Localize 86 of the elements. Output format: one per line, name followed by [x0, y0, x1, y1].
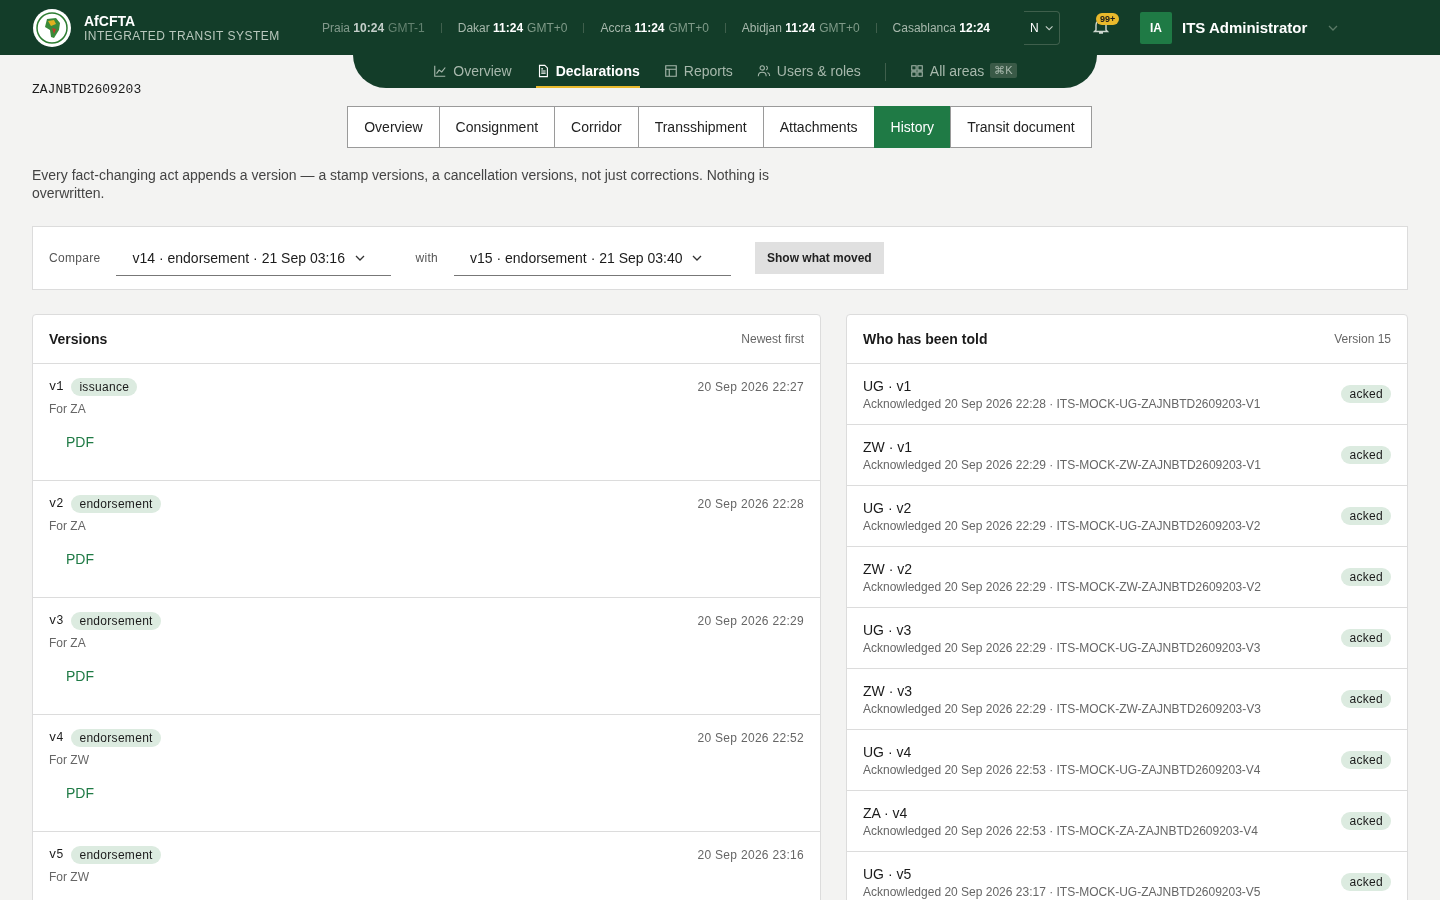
- acknowledgement-detail: Acknowledged 20 Sep 2026 22:28 · ITS-MOCK-UG-ZAJNBTD2609203-V1: [863, 396, 1261, 411]
- version-recipient: For ZA: [49, 402, 86, 416]
- version-tag: issuance: [71, 378, 138, 396]
- nav-link[interactable]: Declarations: [535, 55, 640, 88]
- status-badge: acked: [1341, 385, 1391, 403]
- user-avatar: IA: [1140, 11, 1172, 44]
- version-date: 20 Sep 2026 22:52: [697, 731, 804, 745]
- acknowledgement-detail: Acknowledged 20 Sep 2026 22:53 · ITS-MOCK-UG-ZAJNBTD2609203-V4: [863, 762, 1261, 777]
- app-name: AfCFTA: [84, 12, 137, 29]
- panel-title: Versions: [49, 331, 108, 347]
- status-badge: acked: [1341, 507, 1391, 525]
- language-select[interactable]: N: [1024, 10, 1060, 45]
- recipient-version: UG · v3: [863, 621, 913, 638]
- acknowledgement-detail: Acknowledged 20 Sep 2026 22:29 · ITS-MOCK-ZW-ZAJNBTD2609203-V1: [863, 457, 1261, 472]
- pdf-link[interactable]: PDF: [66, 668, 94, 684]
- version-tag: endorsement: [71, 846, 161, 864]
- tab[interactable]: Transit document: [950, 106, 1092, 148]
- recipient-version: ZW · v3: [863, 682, 913, 699]
- shortcut-hint: ⌘K: [990, 63, 1017, 78]
- nav-link[interactable]: Reports: [663, 55, 733, 88]
- version-tag: endorsement: [71, 729, 161, 747]
- version-date: 20 Sep 2026 23:16: [697, 848, 804, 862]
- status-badge: acked: [1341, 690, 1391, 708]
- version-tag: endorsement: [71, 612, 161, 630]
- recipient-version: ZW · v1: [863, 438, 913, 455]
- tab[interactable]: Overview: [347, 106, 440, 148]
- status-badge: acked: [1341, 812, 1391, 830]
- nav-link[interactable]: Users & roles: [756, 55, 861, 88]
- pdf-link[interactable]: PDF: [66, 551, 94, 567]
- status-badge: acked: [1341, 446, 1391, 464]
- version-note: Version 15: [1334, 332, 1391, 346]
- recipient-version: UG · v4: [863, 743, 913, 760]
- app-subtitle: INTEGRATED TRANSIT SYSTEM: [84, 28, 280, 43]
- acknowledgement-detail: Acknowledged 20 Sep 2026 22:29 · ITS-MOCK-ZW-ZAJNBTD2609203-V3: [863, 701, 1261, 716]
- city-clock: Praia 10:24 GMT-1: [322, 20, 425, 35]
- show-what-moved-button[interactable]: Show what moved: [755, 242, 884, 274]
- version-date: 20 Sep 2026 22:28: [697, 497, 804, 511]
- compare-label: Compare: [49, 251, 101, 265]
- nav-link[interactable]: Overview: [433, 55, 512, 88]
- recipient-version: UG · v1: [863, 377, 913, 394]
- acknowledgement-detail: Acknowledged 20 Sep 2026 22:29 · ITS-MOCK-UG-ZAJNBTD2609203-V3: [863, 640, 1261, 655]
- nav-link[interactable]: All areas ⌘K: [909, 55, 1017, 88]
- tab[interactable]: Attachments: [762, 106, 875, 148]
- version-recipient: For ZA: [49, 519, 86, 533]
- recipient-version: ZA · v4: [863, 804, 909, 821]
- version-number: v2: [49, 497, 64, 511]
- status-badge: acked: [1341, 751, 1391, 769]
- status-badge: acked: [1341, 873, 1391, 891]
- version-recipient: For ZA: [49, 636, 86, 650]
- city-clock: Abidjan 11:24 GMT+0: [741, 20, 860, 35]
- version-recipient: For ZW: [49, 753, 89, 767]
- version-select[interactable]: v15 · endorsement · 21 Sep 03:40: [454, 240, 731, 276]
- version-number: v4: [49, 731, 64, 745]
- tab[interactable]: Transshipment: [637, 106, 764, 148]
- pdf-link[interactable]: PDF: [66, 434, 94, 450]
- panel-title: Who has been told: [863, 331, 988, 347]
- status-badge: acked: [1341, 629, 1391, 647]
- recipient-version: UG · v2: [863, 499, 913, 516]
- notification-badge: 99+: [1096, 12, 1120, 25]
- version-number: v5: [49, 848, 64, 862]
- version-date: 20 Sep 2026 22:27: [697, 380, 804, 394]
- recipient-version: UG · v5: [863, 865, 913, 882]
- pdf-link[interactable]: PDF: [66, 785, 94, 801]
- acknowledgement-detail: Acknowledged 20 Sep 2026 22:29 · ITS-MOCK-UG-ZAJNBTD2609203-V2: [863, 518, 1261, 533]
- declaration-id: ZAJNBTD2609203: [32, 82, 143, 99]
- with-label: with: [415, 251, 438, 265]
- city-clock: Casablanca 12:24: [892, 20, 991, 35]
- tab[interactable]: Consignment: [438, 106, 556, 148]
- recipient-version: ZW · v2: [863, 560, 913, 577]
- city-clock: Accra 11:24 GMT+0: [600, 20, 709, 35]
- version-recipient: For ZW: [49, 870, 89, 884]
- acknowledgement-detail: Acknowledged 20 Sep 2026 23:17 · ITS-MOCK-UG-ZAJNBTD2609203-V5: [863, 884, 1261, 899]
- version-tag: endorsement: [71, 495, 161, 513]
- version-number: v1: [49, 380, 64, 394]
- city-clock: Dakar 11:24 GMT+0: [457, 20, 568, 35]
- acknowledgement-detail: Acknowledged 20 Sep 2026 22:29 · ITS-MOCK-ZW-ZAJNBTD2609203-V2: [863, 579, 1261, 594]
- tab[interactable]: Corridor: [554, 106, 639, 148]
- tab[interactable]: History: [873, 106, 952, 148]
- version-date: 20 Sep 2026 22:29: [697, 614, 804, 628]
- status-badge: acked: [1341, 568, 1391, 586]
- acknowledgement-detail: Acknowledged 20 Sep 2026 22:53 · ITS-MOCK-ZA-ZAJNBTD2609203-V4: [863, 823, 1258, 838]
- user-name[interactable]: ITS Administrator: [1182, 19, 1318, 36]
- sort-note: Newest first: [741, 332, 804, 346]
- version-number: v3: [49, 614, 64, 628]
- description-text: Every fact-changing act appends a version — a stamp versions, a cancellation versions, not just corrections. Nothing is overwritten.: [32, 166, 770, 202]
- version-select[interactable]: v14 · endorsement · 21 Sep 03:16: [116, 240, 392, 276]
